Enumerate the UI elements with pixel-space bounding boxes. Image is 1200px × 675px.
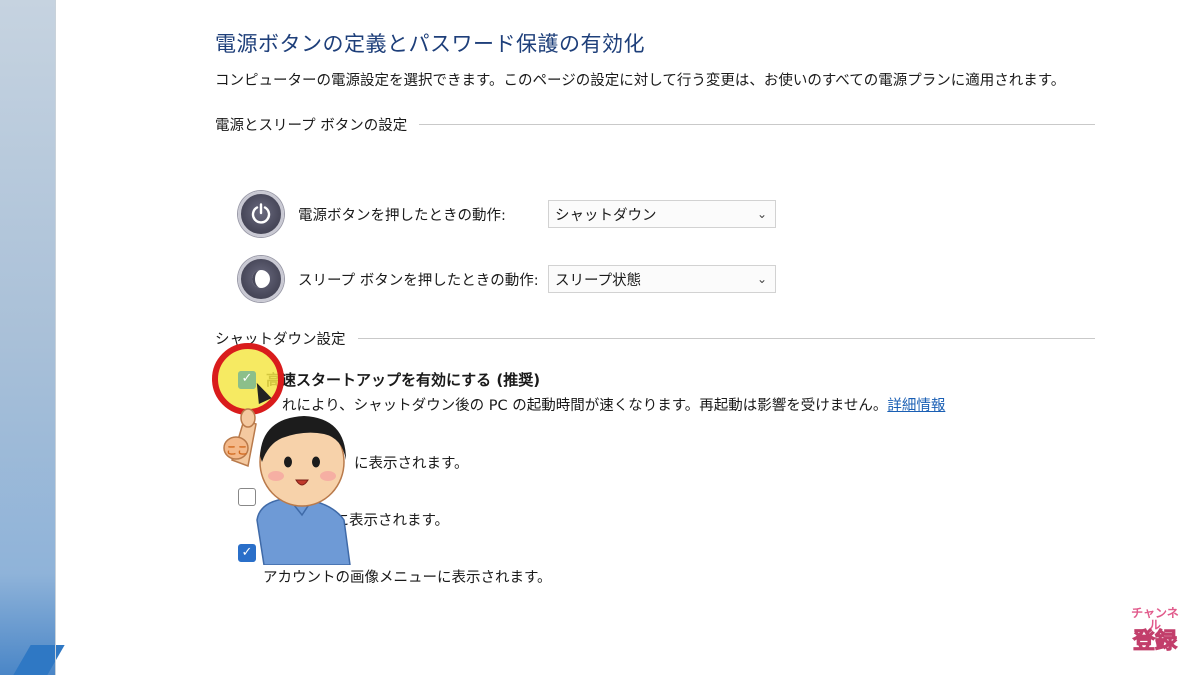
sleep-button-dropdown[interactable]: スリープ状態 ⌄	[548, 265, 776, 293]
pointing-character-illustration: ここ	[223, 408, 351, 565]
sleep-button-label: スリープ ボタンを押したときの動作:	[298, 272, 539, 289]
left-window-strip	[0, 0, 65, 675]
divider	[357, 338, 1095, 339]
chevron-down-icon: ⌄	[756, 207, 767, 221]
fast-startup-description: れにより、シャットダウン後の PC の起動時間が速くなります。再起動は影響を受け…	[282, 398, 946, 414]
taskbar-accent	[13, 645, 65, 675]
sleep-button-row: スリープ ボタンを押したときの動作: スリープ状態 ⌄	[238, 256, 776, 302]
page-description: コンピューターの電源設定を選択できます。このページの設定に対して行う変更は、お使…	[215, 73, 1066, 89]
page-title: 電源ボタンの定義とパスワード保護の有効化	[215, 32, 645, 56]
lock-description: アカウントの画像メニューに表示されます。	[263, 570, 552, 586]
power-icon	[238, 191, 284, 237]
power-button-row: 電源ボタンを押したときの動作: シャットダウン ⌄	[238, 191, 776, 237]
more-info-link[interactable]: 詳細情報	[887, 398, 945, 414]
sleep-icon	[238, 256, 284, 302]
power-button-dropdown[interactable]: シャットダウン ⌄	[548, 200, 776, 228]
channel-subscribe-badge[interactable]: チャンネル 登録	[1128, 607, 1182, 661]
divider	[419, 124, 1095, 125]
settings-panel: 電源ボタンの定義とパスワード保護の有効化 コンピューターの電源設定を選択できます…	[215, 28, 1095, 135]
power-button-label: 電源ボタンを押したときの動作:	[298, 207, 506, 224]
shutdown-section-heading: シャットダウン設定	[215, 328, 1095, 349]
fast-startup-title: 高速スタートアップを有効にする (推奨)	[266, 371, 541, 389]
svg-text:ここ: ここ	[226, 444, 248, 457]
sleep-option-description: に表示されます。	[354, 456, 469, 472]
power-section-heading: 電源とスリープ ボタンの設定	[215, 114, 1095, 135]
chevron-down-icon: ⌄	[756, 272, 767, 286]
